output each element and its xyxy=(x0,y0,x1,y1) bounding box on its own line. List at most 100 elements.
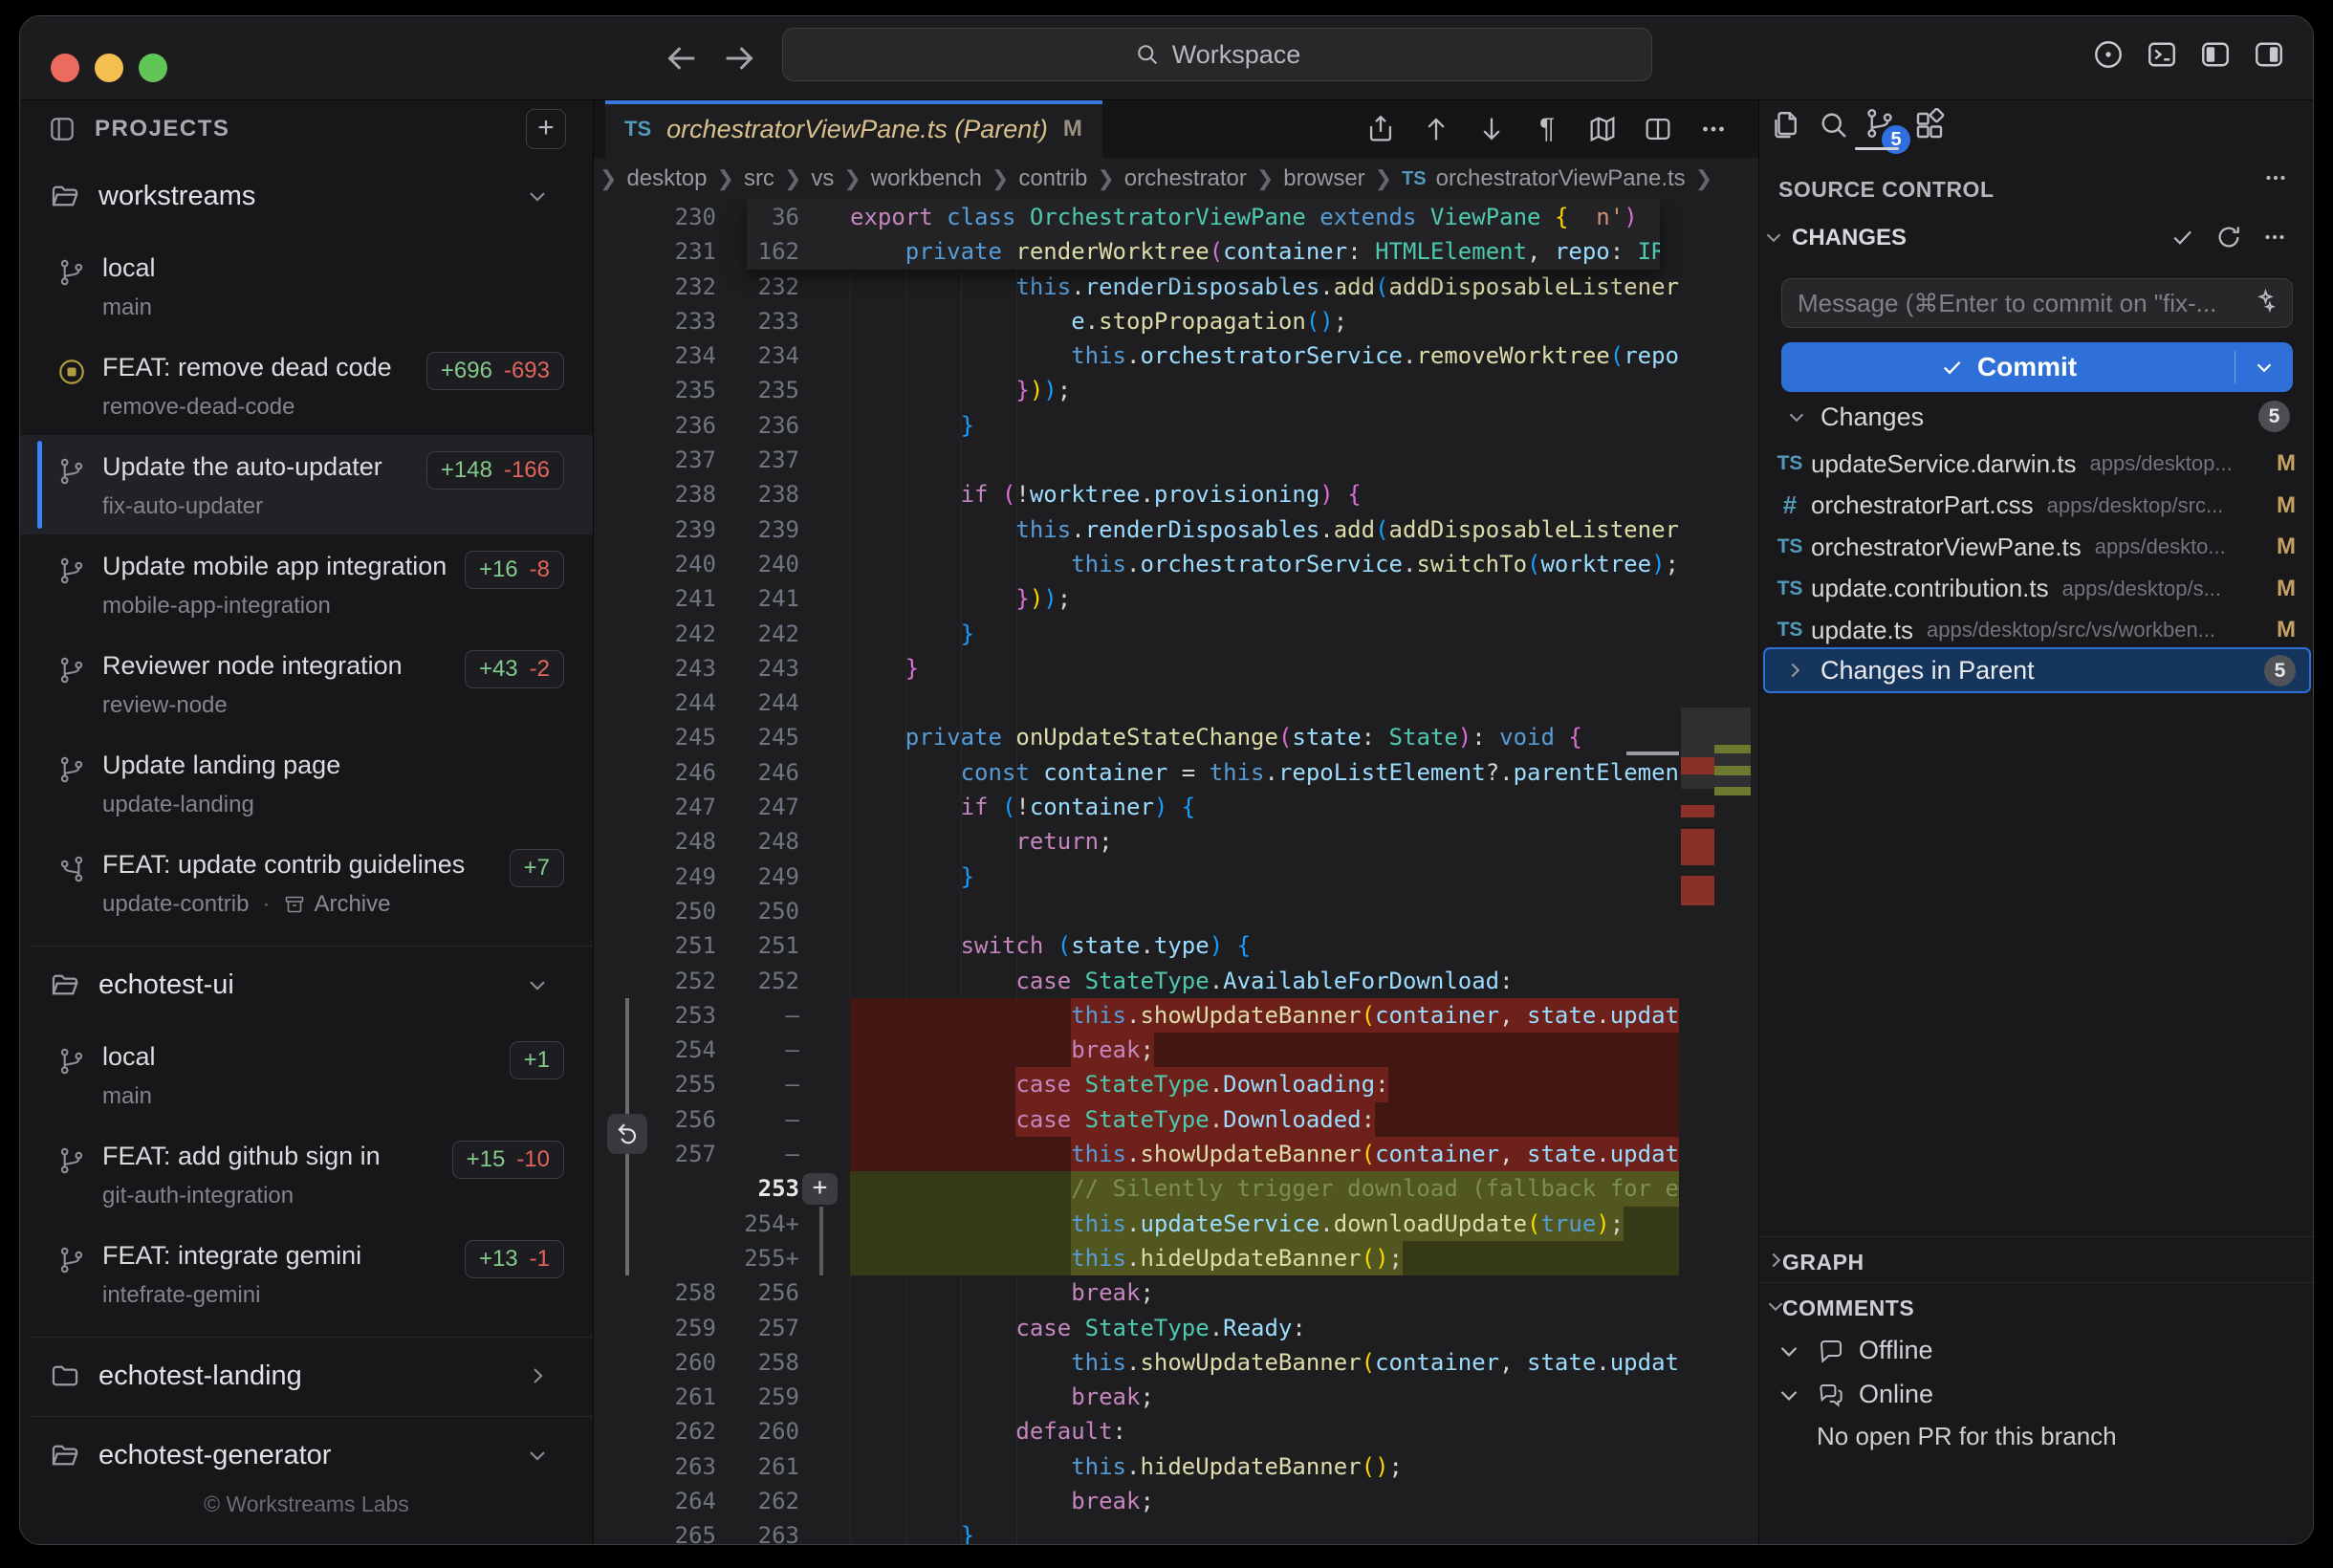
code-line-234[interactable]: 234234 this.orchestratorService.removeWo… xyxy=(594,338,1679,373)
code-line-252[interactable]: 252252 case StateType.AvailableForDownlo… xyxy=(594,964,1679,998)
commit-button[interactable]: Commit xyxy=(1781,342,2293,392)
code-line-245[interactable]: 245245 private onUpdateStateChange(state… xyxy=(594,720,1679,754)
code-line-240[interactable]: 240240 this.orchestratorService.switchTo… xyxy=(594,547,1679,581)
workstream-item-intefrate-gemini[interactable]: FEAT: integrate geminiintefrate-gemini+1… xyxy=(20,1224,593,1323)
project-group-workstreams[interactable]: workstreams xyxy=(20,169,593,223)
code-line-256[interactable]: 256— case StateType.Downloaded: xyxy=(594,1102,1679,1137)
code-line-238[interactable]: 238238 if (!worktree.provisioning) { xyxy=(594,477,1679,512)
breadcrumb-item[interactable]: workbench xyxy=(871,165,982,192)
map-icon[interactable] xyxy=(1586,113,1619,145)
workstream-item-fix-auto-updater[interactable]: Update the auto-updaterfix-auto-updater+… xyxy=(20,435,593,534)
code-line-253[interactable]: 253— this.showUpdateBanner(container, st… xyxy=(594,998,1679,1033)
code-line-265[interactable]: 265263 } xyxy=(594,1518,1679,1544)
graph-section-header[interactable]: GRAPH xyxy=(1782,1250,1864,1275)
sparkle-icon[interactable] xyxy=(2249,288,2278,316)
code-line-255[interactable]: 255— case StateType.Downloading: xyxy=(594,1067,1679,1101)
code-line-262[interactable]: 262260 default: xyxy=(594,1414,1679,1448)
code-line-254+[interactable]: 254+ this.updateService.downloadUpdate(t… xyxy=(594,1207,1679,1241)
code-editor[interactable]: 230231232232 this.renderDisposables.add(… xyxy=(594,200,1758,1544)
record-icon[interactable] xyxy=(2091,37,2126,72)
breadcrumb-item[interactable]: browser xyxy=(1283,165,1364,192)
changed-file-update.contribution.ts[interactable]: TSupdate.contribution.tsapps/desktop/s..… xyxy=(1769,568,2309,610)
breadcrumb-item[interactable]: desktop xyxy=(626,165,707,192)
zoom-window-button[interactable] xyxy=(139,54,167,82)
code-line-253[interactable]: 253 // Silently trigger download (fallba… xyxy=(594,1171,1679,1206)
breadcrumb[interactable]: ❯desktop❯src❯vs❯workbench❯contrib❯orches… xyxy=(594,158,1758,200)
code-line-247[interactable]: 247247 if (!container) { xyxy=(594,790,1679,824)
add-project-button[interactable]: + xyxy=(526,109,566,149)
workstream-item-main[interactable]: localmain xyxy=(20,236,593,336)
code-line-242[interactable]: 242242 } xyxy=(594,617,1679,651)
code-line-263[interactable]: 263261 this.hideUpdateBanner(); xyxy=(594,1449,1679,1484)
workstream-item-mobile-app-integration[interactable]: Update mobile app integrationmobile-app-… xyxy=(20,534,593,634)
workstream-item-main[interactable]: localmain+1 xyxy=(20,1025,593,1124)
workstream-item-review-node[interactable]: Reviewer node integrationreview-node+43-… xyxy=(20,634,593,733)
code-line-244[interactable]: 244244 xyxy=(594,686,1679,720)
code-line-236[interactable]: 236236 } xyxy=(594,408,1679,443)
breadcrumb-item[interactable]: src xyxy=(744,165,774,192)
code-line-261[interactable]: 261259 break; xyxy=(594,1380,1679,1414)
code-line-254[interactable]: 254— break; xyxy=(594,1033,1679,1067)
chevron-down-icon[interactable] xyxy=(1761,225,1786,250)
workstream-item-remove-dead-code[interactable]: FEAT: remove dead coderemove-dead-code+6… xyxy=(20,336,593,435)
code-line-251[interactable]: 251251 switch (state.type) { xyxy=(594,928,1679,963)
pilcrow-icon[interactable]: ¶ xyxy=(1531,113,1563,145)
project-group-echotest-landing[interactable]: echotest-landing xyxy=(20,1349,593,1403)
breadcrumb-item[interactable]: contrib xyxy=(1018,165,1087,192)
changed-file-orchestratorViewPane.ts[interactable]: TSorchestratorViewPane.tsapps/deskto...M xyxy=(1769,526,2309,568)
sticky-line-36[interactable]: 36export class OrchestratorViewPane exte… xyxy=(747,200,1660,234)
code-line-237[interactable]: 237237 xyxy=(594,443,1679,477)
workstream-item-update-landing[interactable]: Update landing pageupdate-landing xyxy=(20,733,593,833)
comments-offline-row[interactable]: Offline xyxy=(1775,1336,1933,1365)
add-comment-button[interactable]: + xyxy=(802,1173,838,1205)
code-line-258[interactable]: 258256 break; xyxy=(594,1275,1679,1310)
sticky-scroll-header[interactable]: 36export class OrchestratorViewPane exte… xyxy=(747,200,1660,270)
panel-left-icon[interactable] xyxy=(2198,37,2233,72)
code-line-243[interactable]: 243243 } xyxy=(594,651,1679,686)
comments-section-header[interactable]: COMMENTS xyxy=(1782,1296,1914,1321)
archive-button[interactable]: Archive xyxy=(283,891,390,918)
code-line-257[interactable]: 257— this.showUpdateBanner(container, st… xyxy=(594,1137,1679,1171)
commit-message-input[interactable] xyxy=(1781,278,2293,328)
breadcrumb-file[interactable]: orchestratorViewPane.ts xyxy=(1436,165,1686,192)
code-line-239[interactable]: 239239 this.renderDisposables.add(addDis… xyxy=(594,512,1679,547)
project-group-echotest-generator[interactable]: echotest-generator xyxy=(20,1428,593,1482)
code-line-260[interactable]: 260258 this.showUpdateBanner(container, … xyxy=(594,1345,1679,1380)
changes-tree-label[interactable]: Changes xyxy=(1821,403,1924,432)
changed-file-orchestratorPart.css[interactable]: #orchestratorPart.cssapps/desktop/src...… xyxy=(1769,485,2309,527)
chevron-down-icon[interactable] xyxy=(524,971,551,998)
arrow-up-icon[interactable] xyxy=(1420,113,1452,145)
changes-in-parent-row[interactable]: Changes in Parent 5 xyxy=(1763,647,2311,693)
files-icon[interactable] xyxy=(1769,108,1803,142)
close-window-button[interactable] xyxy=(51,54,79,82)
minimap[interactable] xyxy=(1679,200,1753,1544)
code-line-235[interactable]: 235235 })); xyxy=(594,373,1679,407)
project-group-echotest-ui[interactable]: echotest-ui xyxy=(20,958,593,1012)
extensions-icon[interactable] xyxy=(1912,108,1947,142)
workstream-item-git-auth-integration[interactable]: FEAT: add github sign ingit-auth-integra… xyxy=(20,1124,593,1224)
changed-file-updateService.darwin.ts[interactable]: TSupdateService.darwin.tsapps/desktop...… xyxy=(1769,443,2309,485)
terminal-icon[interactable] xyxy=(2145,37,2179,72)
chevron-down-icon[interactable] xyxy=(1784,404,1809,429)
code-line-264[interactable]: 264262 break; xyxy=(594,1484,1679,1518)
workspace-search-input[interactable]: Workspace xyxy=(782,28,1652,81)
code-line-250[interactable]: 250250 xyxy=(594,894,1679,928)
split-editor-icon[interactable] xyxy=(1642,113,1674,145)
more-icon[interactable] xyxy=(2260,223,2289,251)
breadcrumb-item[interactable]: orchestrator xyxy=(1124,165,1247,192)
changed-file-update.ts[interactable]: TSupdate.tsapps/desktop/src/vs/workben..… xyxy=(1769,609,2309,651)
commit-dropdown-icon[interactable] xyxy=(2235,355,2293,380)
minimize-window-button[interactable] xyxy=(95,54,123,82)
breadcrumb-item[interactable]: vs xyxy=(811,165,834,192)
code-line-249[interactable]: 249249 } xyxy=(594,860,1679,894)
refresh-icon[interactable] xyxy=(2214,223,2243,251)
search-icon[interactable] xyxy=(1817,108,1851,142)
check-icon[interactable] xyxy=(2169,223,2197,251)
comments-online-row[interactable]: Online xyxy=(1775,1380,1933,1409)
revert-hunk-button[interactable] xyxy=(607,1114,647,1154)
tab-orchestratorviewpane[interactable]: TS orchestratorViewPane.ts (Parent) M xyxy=(605,100,1102,158)
more-icon[interactable] xyxy=(2261,163,2290,192)
code-line-232[interactable]: 232232 this.renderDisposables.add(addDis… xyxy=(594,270,1679,304)
code-line-248[interactable]: 248248 return; xyxy=(594,824,1679,859)
changes-section-header[interactable]: CHANGES xyxy=(1792,225,1907,251)
